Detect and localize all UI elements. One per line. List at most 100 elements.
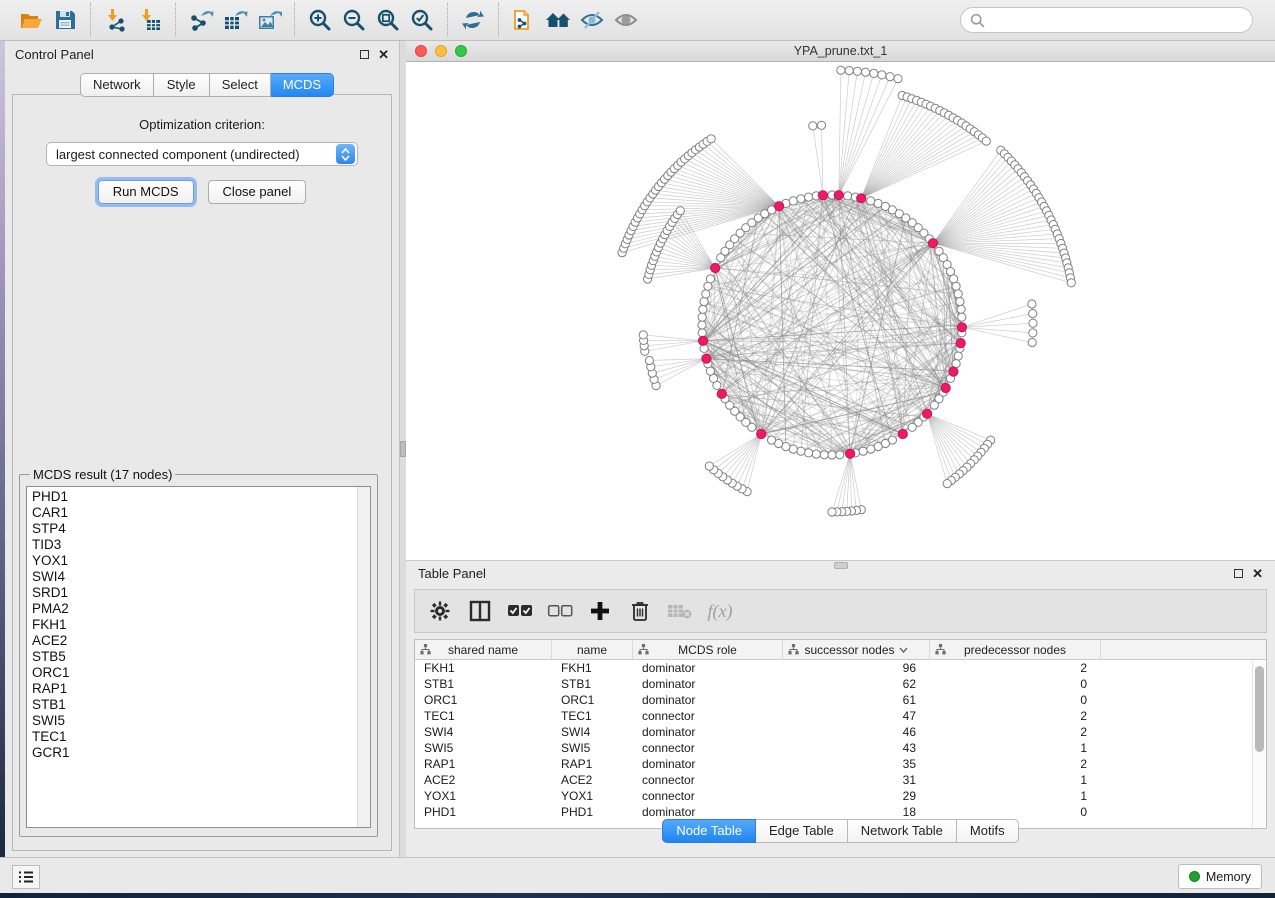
network-node[interactable] bbox=[698, 313, 706, 321]
mcds-result-item[interactable]: STB1 bbox=[32, 697, 356, 713]
network-node[interactable] bbox=[797, 447, 805, 455]
zoom-out-icon[interactable] bbox=[337, 5, 371, 35]
column-header-predecessor-nodes[interactable]: predecessor nodes bbox=[930, 640, 1101, 659]
network-node[interactable] bbox=[809, 122, 817, 130]
cell-predecessor-nodes[interactable]: 0 bbox=[930, 692, 1101, 708]
horizontal-splitter-handle[interactable] bbox=[834, 562, 848, 569]
cell-name[interactable]: TEC1 bbox=[552, 708, 633, 724]
network-node[interactable] bbox=[645, 356, 653, 364]
network-node[interactable] bbox=[805, 193, 813, 201]
cell-predecessor-nodes[interactable]: 1 bbox=[930, 740, 1101, 756]
network-node[interactable] bbox=[943, 480, 951, 488]
mcds-node[interactable] bbox=[941, 383, 950, 392]
network-node[interactable] bbox=[1028, 338, 1036, 346]
cell-mcds-role[interactable]: dominator bbox=[633, 756, 783, 772]
cell-name[interactable]: SWI5 bbox=[552, 740, 633, 756]
network-node[interactable] bbox=[954, 352, 962, 360]
column-header-shared-name[interactable]: shared name bbox=[415, 640, 552, 659]
cell-mcds-role[interactable]: dominator bbox=[633, 724, 783, 740]
window-minimize-button[interactable] bbox=[435, 45, 447, 57]
mcds-result-item[interactable]: GCR1 bbox=[32, 745, 356, 761]
cell-shared-name[interactable]: ACE2 bbox=[415, 772, 552, 788]
mcds-result-item[interactable]: TID3 bbox=[32, 537, 356, 553]
cell-mcds-role[interactable]: connector bbox=[633, 740, 783, 756]
cell-predecessor-nodes[interactable]: 0 bbox=[930, 676, 1101, 692]
network-node[interactable] bbox=[700, 298, 708, 306]
network-node[interactable] bbox=[930, 401, 938, 409]
tab-network-table[interactable]: Network Table bbox=[848, 819, 957, 843]
network-node[interactable] bbox=[812, 450, 820, 458]
close-panel-button[interactable]: Close panel bbox=[208, 180, 307, 204]
table-row[interactable]: SWI4SWI4dominator462 bbox=[415, 724, 1266, 740]
mcds-node[interactable] bbox=[775, 202, 784, 211]
network-node[interactable] bbox=[828, 508, 836, 516]
column-header-successor-nodes[interactable]: successor nodes bbox=[783, 640, 930, 659]
table-scrollbar-thumb[interactable] bbox=[1255, 666, 1264, 752]
table-scrollbar[interactable] bbox=[1252, 661, 1265, 827]
network-node[interactable] bbox=[699, 305, 707, 313]
delete-table-icon[interactable] bbox=[665, 596, 695, 626]
cell-predecessor-nodes[interactable]: 0 bbox=[930, 804, 1101, 820]
mcds-node[interactable] bbox=[757, 429, 766, 438]
network-node[interactable] bbox=[707, 135, 715, 143]
network-node[interactable] bbox=[698, 329, 706, 337]
tab-network[interactable]: Network bbox=[80, 73, 154, 97]
network-node[interactable] bbox=[676, 207, 684, 215]
add-column-icon[interactable] bbox=[585, 596, 615, 626]
cell-name[interactable]: YOX1 bbox=[552, 788, 633, 804]
run-mcds-button[interactable]: Run MCDS bbox=[98, 180, 194, 204]
table-row[interactable]: PHD1PHD1dominator180 bbox=[415, 804, 1266, 820]
cell-shared-name[interactable]: FKH1 bbox=[415, 660, 552, 676]
cell-name[interactable]: STB1 bbox=[552, 676, 633, 692]
mcds-node[interactable] bbox=[956, 339, 965, 348]
open-session-icon[interactable] bbox=[14, 5, 48, 35]
tab-edge-table[interactable]: Edge Table bbox=[756, 819, 848, 843]
network-node[interactable] bbox=[952, 282, 960, 290]
mcds-list-scrollbar[interactable] bbox=[357, 487, 370, 827]
cell-predecessor-nodes[interactable]: 2 bbox=[930, 660, 1101, 676]
mcds-node[interactable] bbox=[857, 194, 866, 203]
network-node[interactable] bbox=[837, 66, 845, 74]
cell-successor-nodes[interactable]: 96 bbox=[783, 660, 930, 676]
cell-mcds-role[interactable]: dominator bbox=[633, 676, 783, 692]
network-window-titlebar[interactable]: YPA_prune.txt_1 bbox=[406, 41, 1275, 62]
close-table-panel-icon[interactable]: ✕ bbox=[1252, 569, 1263, 578]
network-node[interactable] bbox=[982, 137, 990, 145]
cell-mcds-role[interactable]: dominator bbox=[633, 660, 783, 676]
table-row[interactable]: SWI5SWI5connector431 bbox=[415, 740, 1266, 756]
network-node[interactable] bbox=[639, 331, 647, 339]
network-node[interactable] bbox=[870, 69, 878, 77]
table-row[interactable]: YOX1YOX1connector291 bbox=[415, 788, 1266, 804]
network-node[interactable] bbox=[836, 451, 844, 459]
delete-column-icon[interactable] bbox=[625, 596, 655, 626]
network-node[interactable] bbox=[958, 313, 966, 321]
network-node[interactable] bbox=[862, 68, 870, 76]
network-node[interactable] bbox=[789, 197, 797, 205]
network-node[interactable] bbox=[886, 73, 894, 81]
cell-name[interactable]: RAP1 bbox=[552, 756, 633, 772]
show-graphics-details-icon[interactable] bbox=[609, 5, 643, 35]
tab-motifs[interactable]: Motifs bbox=[957, 819, 1019, 843]
search-box[interactable] bbox=[960, 7, 1253, 33]
table-row[interactable]: TEC1TEC1connector472 bbox=[415, 708, 1266, 724]
network-node[interactable] bbox=[705, 462, 713, 470]
table-row[interactable]: FKH1FKH1dominator962 bbox=[415, 660, 1266, 676]
export-table-icon[interactable] bbox=[218, 5, 252, 35]
network-node[interactable] bbox=[844, 192, 852, 200]
cell-predecessor-nodes[interactable]: 1 bbox=[930, 772, 1101, 788]
tab-node-table[interactable]: Node Table bbox=[662, 819, 756, 843]
cell-successor-nodes[interactable]: 43 bbox=[783, 740, 930, 756]
column-header-mcds-role[interactable]: MCDS role bbox=[633, 640, 783, 659]
split-panel-icon[interactable] bbox=[465, 596, 495, 626]
share-document-icon[interactable] bbox=[507, 5, 541, 35]
criterion-dropdown[interactable]: largest connected component (undirected) bbox=[46, 142, 358, 166]
network-node[interactable] bbox=[1067, 279, 1075, 287]
mcds-result-item[interactable]: STP4 bbox=[32, 521, 356, 537]
mcds-result-item[interactable]: RAP1 bbox=[32, 681, 356, 697]
mcds-node[interactable] bbox=[717, 389, 726, 398]
cell-mcds-role[interactable]: dominator bbox=[633, 692, 783, 708]
close-panel-icon[interactable]: ✕ bbox=[378, 50, 389, 59]
zoom-in-icon[interactable] bbox=[303, 5, 337, 35]
table-row[interactable]: ORC1ORC1dominator610 bbox=[415, 692, 1266, 708]
network-node[interactable] bbox=[867, 445, 875, 453]
